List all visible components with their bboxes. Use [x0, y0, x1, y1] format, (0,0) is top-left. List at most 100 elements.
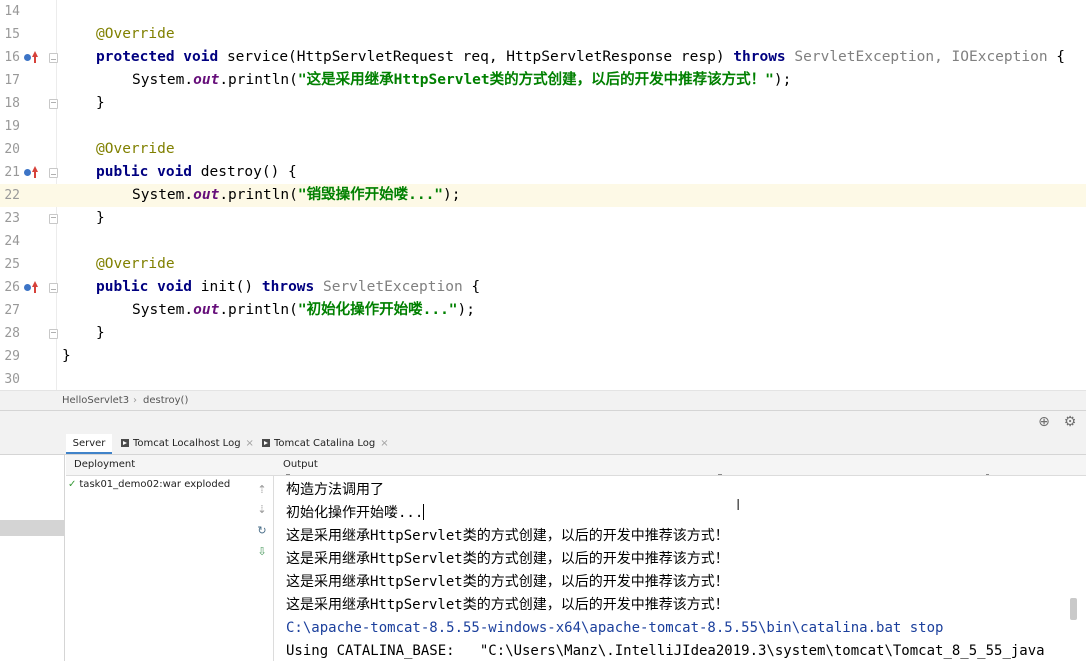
code-text: System.out.println("初始化操作开始喽...");	[132, 302, 476, 318]
code-line[interactable]: 25 @Override	[0, 253, 1086, 276]
annotation: @Override	[96, 141, 175, 157]
tab-label: Tomcat Localhost Log	[133, 438, 241, 449]
override-method-icon[interactable]	[24, 281, 38, 294]
console-output[interactable]: 构造方法调用了 初始化操作开始喽... 这是采用继承HttpServlet类的方…	[286, 479, 1045, 661]
close-icon[interactable]: ×	[246, 438, 254, 449]
code-line[interactable]: 23 }	[0, 207, 1086, 230]
line-number: 15	[4, 27, 20, 42]
console-line: 这是采用继承HttpServlet类的方式创建，以后的开发中推荐该方式！	[286, 574, 729, 590]
clipped-previous-line	[286, 474, 1066, 478]
code-editor[interactable]: 14 15 @Override 16 protected void servic…	[0, 0, 1086, 390]
code-line[interactable]: 17 System.out.println("这是采用继承HttpServlet…	[0, 69, 1086, 92]
tab-bar: Server Tomcat Localhost Log × Tomcat Cata…	[0, 434, 1086, 455]
output-header: Output	[274, 455, 1086, 476]
deployment-item[interactable]: ✓ task01_demo02:war exploded	[68, 479, 230, 490]
line-number: 29	[4, 349, 20, 364]
tab-server[interactable]: Server	[66, 434, 112, 454]
services-tree[interactable]	[0, 455, 65, 661]
deployment-panel: Deployment ✓ task01_demo02:war exploded	[66, 455, 274, 661]
console-line: 这是采用继承HttpServlet类的方式创建，以后的开发中推荐该方式！	[286, 528, 729, 544]
tab-label: Tomcat Catalina Log	[274, 438, 376, 449]
output-panel[interactable]: Output 构造方法调用了 初始化操作开始喽... 这是采用继承HttpSer…	[274, 455, 1086, 661]
code-text: System.out.println("销毁操作开始喽...");	[132, 187, 461, 203]
log-icon	[262, 439, 270, 447]
code-line[interactable]: 15 @Override	[0, 23, 1086, 46]
code-line[interactable]: 30	[0, 368, 1086, 390]
breadcrumb: HelloServlet3 › destroy()	[0, 390, 1086, 410]
console-line: 初始化操作开始喽...	[286, 504, 425, 521]
line-number: 27	[4, 303, 20, 318]
code-text: }	[96, 325, 105, 341]
code-text: public void destroy() {	[96, 164, 297, 180]
code-text: }	[62, 348, 71, 364]
deploy-all-icon[interactable]: ⇩	[255, 545, 269, 559]
deployment-actions: ⇡ ⇣ ↻ ⇩	[250, 476, 274, 661]
code-line[interactable]: 28 }	[0, 322, 1086, 345]
line-number: 21	[4, 165, 20, 180]
code-line[interactable]: 18 }	[0, 92, 1086, 115]
crosshair-icon[interactable]: ⊕	[1036, 414, 1052, 430]
code-line[interactable]: 20 @Override	[0, 138, 1086, 161]
line-number: 19	[4, 119, 20, 134]
services-toolwindow-header: ⊕ ⚙	[0, 410, 1086, 434]
tab-tomcat-catalina-log[interactable]: Tomcat Catalina Log ×	[262, 434, 389, 454]
line-number: 28	[4, 326, 20, 341]
selected-tree-row[interactable]	[0, 520, 64, 536]
console-command-line: C:\apache-tomcat-8.5.55-windows-x64\apac…	[286, 620, 944, 636]
mouse-cursor-ibeam: I	[736, 496, 741, 514]
code-text: }	[96, 95, 105, 111]
code-line[interactable]: 24	[0, 230, 1086, 253]
code-line[interactable]: 27 System.out.println("初始化操作开始喽...");	[0, 299, 1086, 322]
line-number: 24	[4, 234, 20, 249]
fold-open-icon[interactable]	[49, 283, 58, 293]
code-text: public void init() throws ServletExcepti…	[96, 279, 481, 295]
code-line[interactable]: 21 public void destroy() {	[0, 161, 1086, 184]
line-number: 16	[4, 50, 20, 65]
breadcrumb-class[interactable]: HelloServlet3	[62, 391, 129, 410]
breadcrumb-separator: ›	[133, 395, 137, 406]
line-number: 17	[4, 73, 20, 88]
deployment-item-label: task01_demo02:war exploded	[79, 479, 231, 490]
line-number: 30	[4, 372, 20, 387]
line-number: 23	[4, 211, 20, 226]
code-line[interactable]: 19	[0, 115, 1086, 138]
tab-label: Server	[72, 438, 106, 449]
line-number: 20	[4, 142, 20, 157]
code-text: System.out.println("这是采用继承HttpServlet类的方…	[132, 72, 792, 88]
redeploy-icon[interactable]: ↻	[255, 524, 269, 538]
code-line[interactable]: 14	[0, 0, 1086, 23]
close-icon[interactable]: ×	[380, 438, 388, 449]
tab-tomcat-localhost-log[interactable]: Tomcat Localhost Log ×	[121, 434, 254, 454]
deploy-down-icon[interactable]: ⇣	[255, 503, 269, 517]
deployment-header: Deployment	[66, 455, 274, 476]
fold-open-icon[interactable]	[49, 53, 58, 63]
code-line-current[interactable]: 22 System.out.println("销毁操作开始喽...");	[0, 184, 1086, 207]
code-line[interactable]: 26 public void init() throws ServletExce…	[0, 276, 1086, 299]
fold-close-icon[interactable]	[49, 214, 58, 224]
deploy-up-icon[interactable]: ⇡	[255, 483, 269, 497]
fold-open-icon[interactable]	[49, 168, 58, 178]
line-number: 26	[4, 280, 20, 295]
console-line: 这是采用继承HttpServlet类的方式创建，以后的开发中推荐该方式！	[286, 597, 729, 613]
console-line: 构造方法调用了	[286, 482, 384, 498]
code-line[interactable]: 29 }	[0, 345, 1086, 368]
gear-icon[interactable]: ⚙	[1062, 414, 1078, 430]
console-line: Using CATALINA_BASE: "C:\Users\Manz\.Int…	[286, 643, 1045, 659]
annotation: @Override	[96, 26, 175, 42]
output-scrollbar[interactable]	[1070, 598, 1077, 620]
override-method-icon[interactable]	[24, 51, 38, 64]
code-text: protected void service(HttpServletReques…	[96, 49, 1066, 65]
override-method-icon[interactable]	[24, 166, 38, 179]
fold-close-icon[interactable]	[49, 99, 58, 109]
line-number: 25	[4, 257, 20, 272]
text-caret	[423, 504, 425, 520]
breadcrumb-method[interactable]: destroy()	[143, 391, 188, 410]
code-text: }	[96, 210, 105, 226]
console-line: 这是采用继承HttpServlet类的方式创建，以后的开发中推荐该方式！	[286, 551, 729, 567]
code-line[interactable]: 16 protected void service(HttpServletReq…	[0, 46, 1086, 69]
line-number: 22	[4, 188, 20, 203]
check-icon: ✓	[68, 479, 77, 490]
fold-close-icon[interactable]	[49, 329, 58, 339]
annotation: @Override	[96, 256, 175, 272]
log-icon	[121, 439, 129, 447]
